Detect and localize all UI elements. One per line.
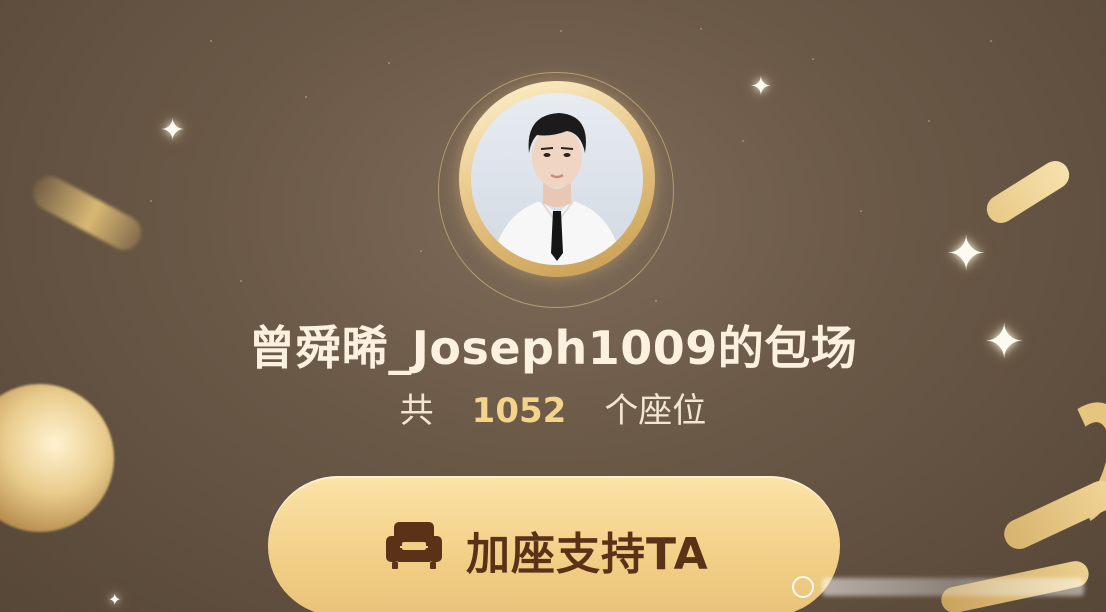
watermark-logo-icon (792, 576, 814, 598)
dust-particle (700, 28, 702, 30)
watermark-text-blurred (822, 578, 1084, 596)
dust-particle (150, 200, 152, 202)
seat-suffix: 个座位 (604, 391, 707, 431)
dust-particle (420, 250, 422, 252)
event-card: ✦ ✦ ✦ ✦ ✦ 曾舜晞_Joseph1009的包场 共 1052 个座位 加… (0, 0, 1106, 612)
dust-particle (990, 40, 992, 42)
add-seat-button-label: 加座支持TA (466, 529, 709, 580)
page-title: 曾舜晞_Joseph1009的包场 (248, 321, 858, 375)
avatar[interactable] (471, 93, 643, 265)
sparkle-icon: ✦ (946, 226, 987, 282)
dust-particle (240, 280, 242, 282)
seat-count: 1052 (471, 391, 567, 431)
sofa-icon (386, 522, 442, 569)
add-seat-button[interactable]: 加座支持TA (268, 476, 840, 612)
ribbon-decoration (981, 155, 1075, 229)
dust-particle (655, 300, 657, 302)
watermark (792, 572, 1092, 602)
dust-particle (388, 62, 390, 64)
dust-particle (742, 140, 744, 142)
sparkle-icon: ✦ (108, 590, 122, 609)
sparkle-icon: ✦ (750, 72, 772, 102)
seat-count-info: 共 1052 个座位 (0, 383, 1106, 432)
ribbon-decoration (26, 170, 148, 256)
dust-particle (860, 210, 862, 212)
dust-particle (305, 96, 307, 98)
dust-particle (812, 58, 814, 60)
user-avatar-icon (471, 93, 643, 265)
sparkle-icon: ✦ (160, 113, 186, 148)
dust-particle (210, 40, 212, 42)
dust-particle (560, 30, 562, 32)
seat-prefix: 共 (399, 391, 434, 431)
dust-particle (928, 120, 930, 122)
